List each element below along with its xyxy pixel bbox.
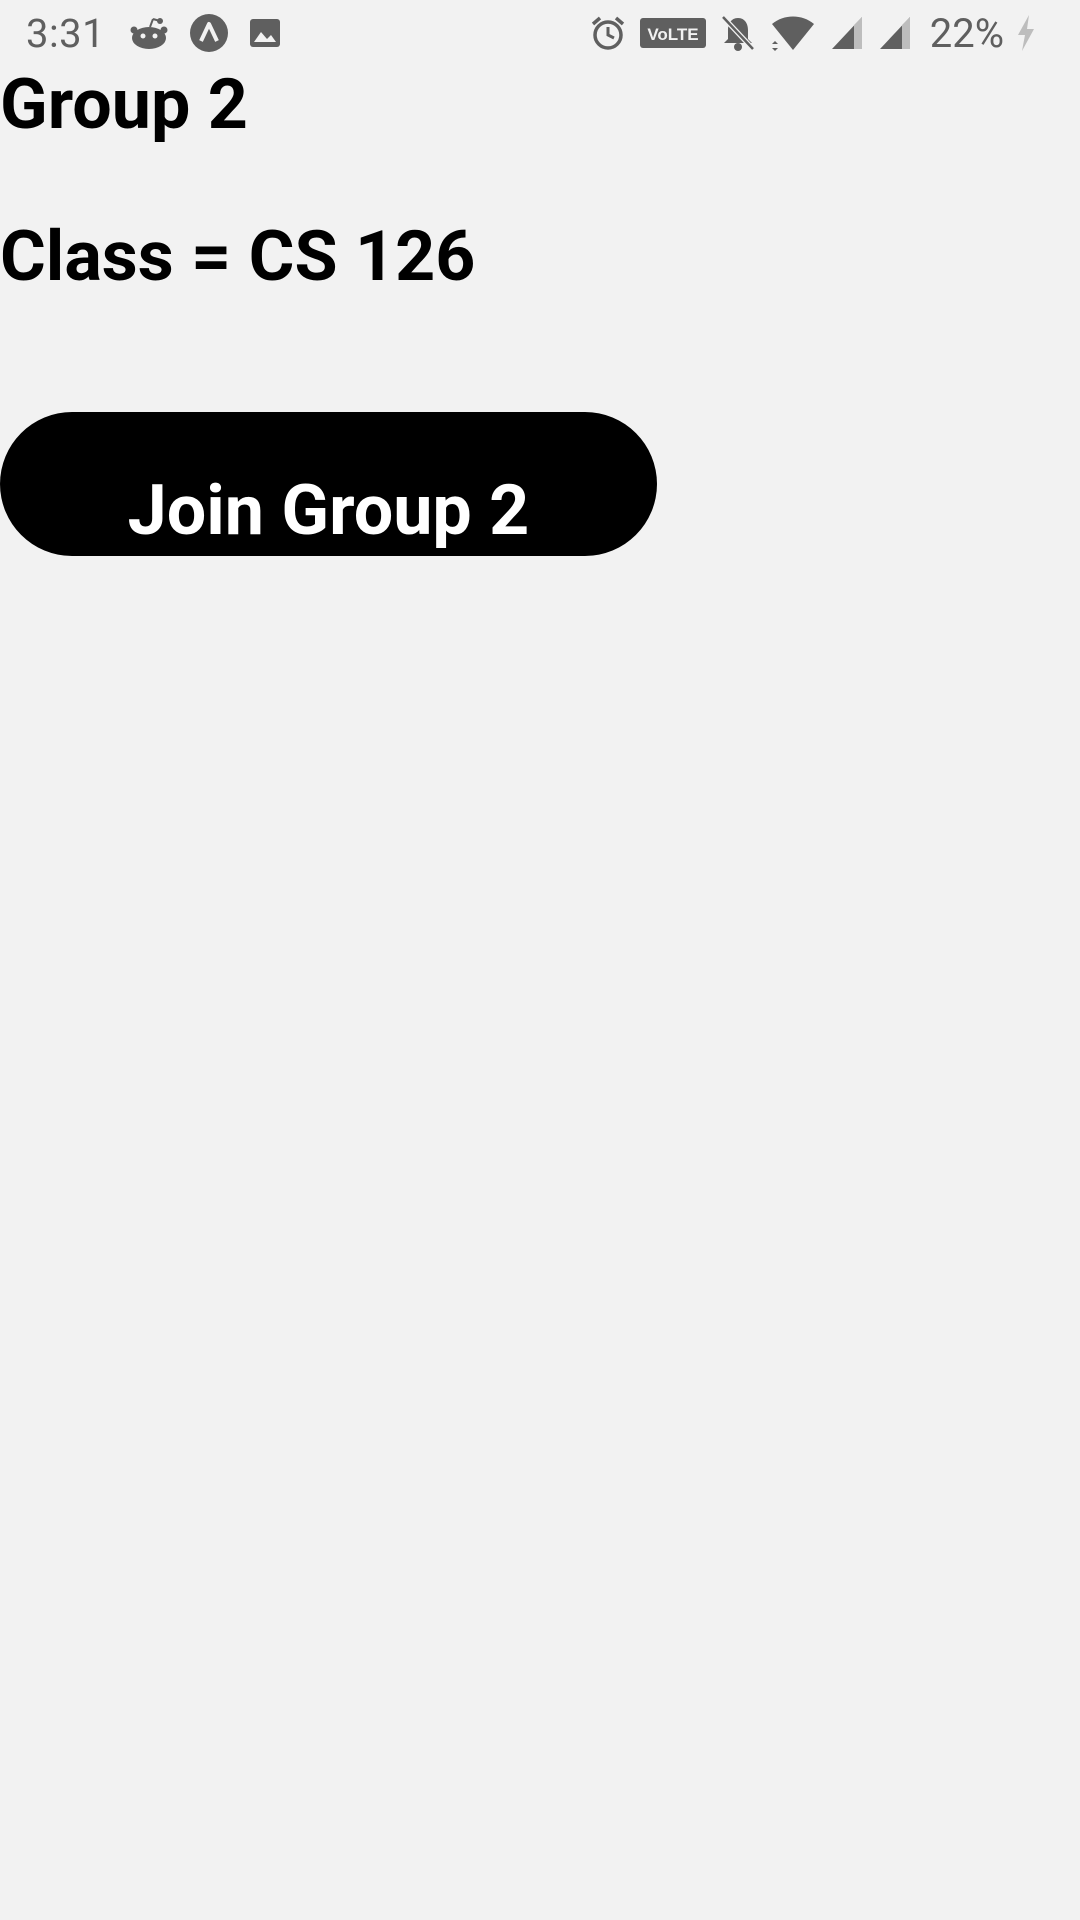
status-left: 3:31 (0, 10, 301, 57)
reddit-icon (129, 16, 169, 50)
battery-percent: 22% (929, 9, 1004, 57)
signal-icon (878, 15, 912, 51)
alarm-icon (590, 15, 626, 51)
class-label: Class = CS 126 (0, 216, 476, 298)
image-icon (249, 18, 281, 48)
status-right: VoLTE 22% (590, 10, 1080, 57)
notifications-off-icon (720, 14, 756, 52)
signal-icon (830, 15, 864, 51)
screen: 3:31 VoLTE 22% Group 2 Class = CS 126 Jo… (0, 0, 1080, 1920)
join-group-button[interactable] (0, 412, 657, 556)
svg-text:VoLTE: VoLTE (647, 25, 698, 44)
wifi-icon (770, 14, 816, 52)
battery-charging-icon (1014, 13, 1038, 53)
status-bar: 3:31 VoLTE 22% (0, 0, 1080, 66)
volte-icon: VoLTE (639, 18, 706, 48)
group-title: Group 2 (0, 64, 248, 146)
app-a-icon (189, 13, 229, 53)
status-time: 3:31 (26, 9, 106, 57)
